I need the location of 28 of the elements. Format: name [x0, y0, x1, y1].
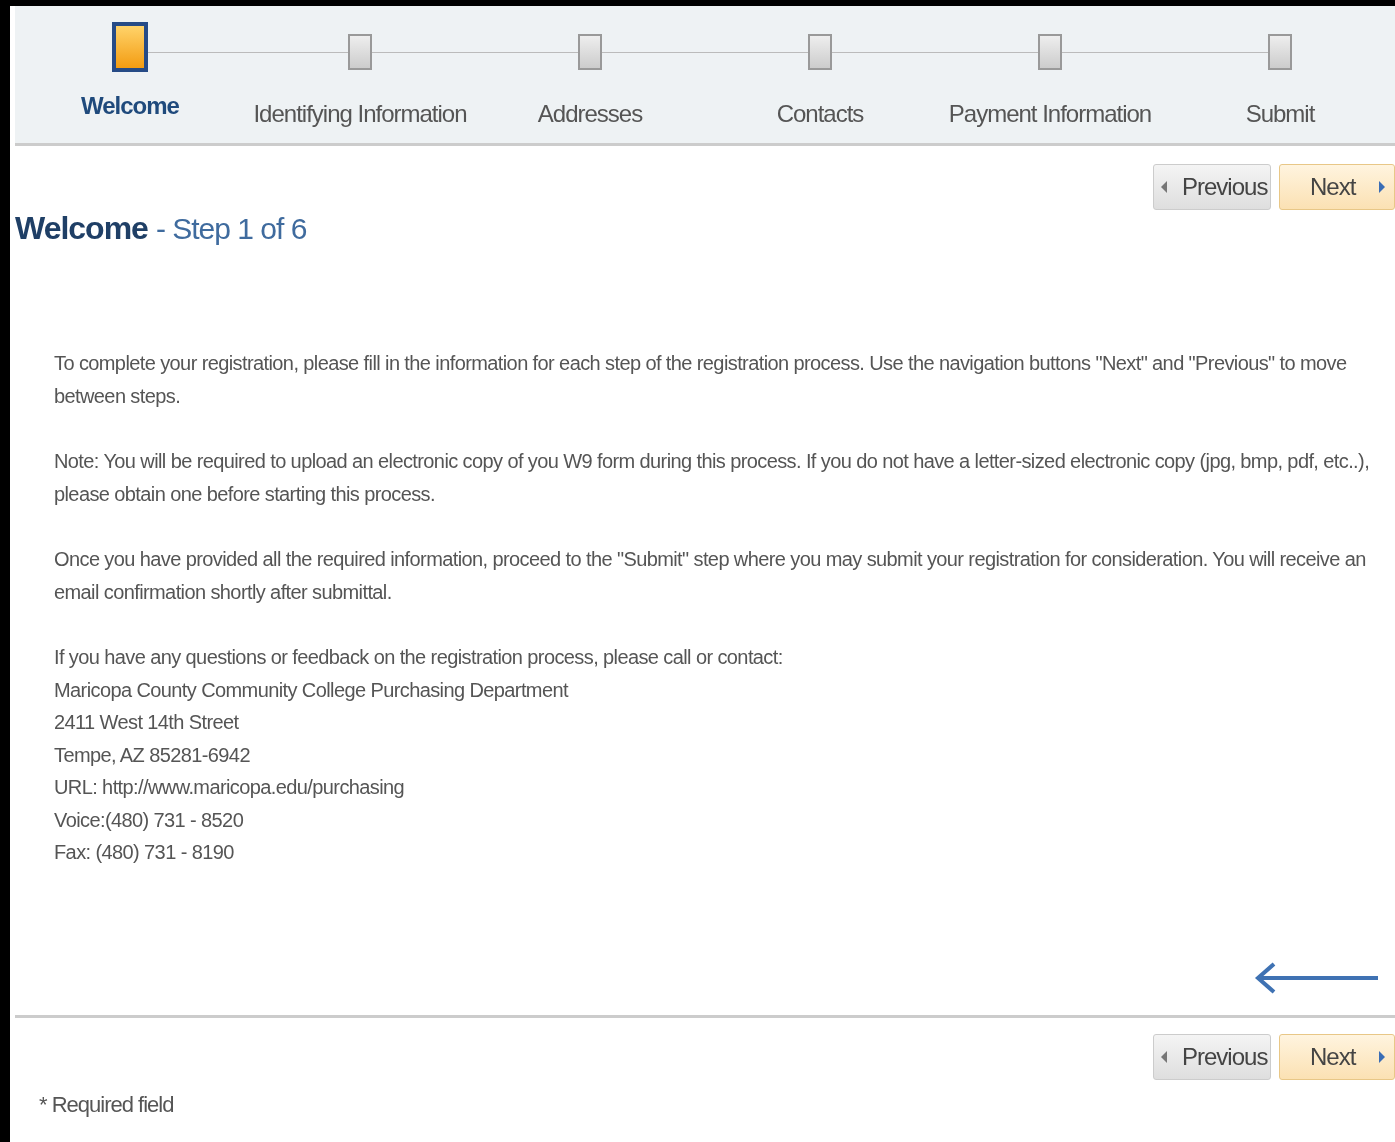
next-button[interactable]: Next: [1279, 164, 1395, 210]
previous-button[interactable]: Previous: [1153, 1033, 1271, 1080]
contact-line: Fax: (480) 731 - 8190: [54, 840, 234, 865]
contact-line: Maricopa County Community College Purchasing Department: [54, 677, 568, 703]
previous-button[interactable]: Previous: [1153, 164, 1271, 210]
step-tab[interactable]: Submit: [1245, 100, 1315, 128]
step-tab[interactable]: Addresses: [537, 100, 643, 128]
step-tab[interactable]: Identifying Information: [253, 100, 467, 128]
instruction-paragraph: To complete your registration, please fill in the information for each step of the registration process. Use the navigation buttons "Next" and "Previous" to move between steps.: [54, 351, 1348, 409]
instruction-paragraph: Note: You will be required to upload an electronic copy of you W9 form during this process. If you do not have a letter-sized electronic copy (jpg, bmp, pdf, etc..), please obtain one before starting this process.: [54, 449, 1371, 507]
required-field-note: * Required field: [39, 1091, 174, 1118]
contact-line: Tempe, AZ 85281-6942: [54, 742, 250, 768]
caret-left-icon: [1160, 1049, 1168, 1064]
caret-left-icon: [1160, 180, 1168, 194]
step-tab[interactable]: Contacts: [776, 100, 864, 128]
left-arrow-icon: [1254, 960, 1380, 995]
page-title: Welcome: [15, 210, 148, 247]
contact-line: 2411 West 14th Street: [54, 710, 239, 735]
contact-line: Voice:(480) 731 - 8520: [54, 807, 244, 833]
instruction-paragraph: Once you have provided all the required information, proceed to the "Submit" step where you may submit your registration for consideration. You will receive an email confirmation shortly after submittal.: [54, 547, 1367, 605]
step-counter: - Step 1 of 6: [155, 212, 307, 246]
contact-line: If you have any questions or feedback on the registration process, please call or contact:: [54, 645, 783, 670]
step-tab[interactable]: Welcome: [81, 92, 179, 120]
caret-right-icon: [1378, 1049, 1386, 1064]
caret-right-icon: [1378, 180, 1386, 194]
next-button[interactable]: Next: [1279, 1033, 1395, 1080]
contact-line: URL: http://www.maricopa.edu/purchasing: [54, 775, 405, 800]
step-tab[interactable]: Payment Information: [948, 100, 1152, 128]
